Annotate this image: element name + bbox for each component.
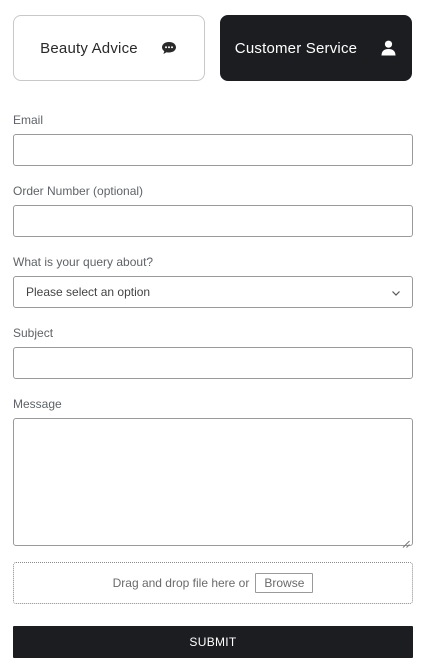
resize-grip-icon[interactable] [402, 535, 410, 548]
query-select[interactable]: Please select an option [13, 276, 413, 308]
subject-label: Subject [13, 326, 54, 340]
email-field[interactable] [13, 134, 413, 166]
query-label: What is your query about? [13, 255, 154, 269]
order-number-label: Order Number (optional) [13, 184, 144, 198]
email-label: Email [13, 113, 44, 127]
tab-beauty-advice-label: Beauty Advice [40, 39, 138, 57]
contact-tabs: Beauty Advice Customer Service [13, 15, 412, 81]
tab-customer-service[interactable]: Customer Service [220, 15, 412, 81]
dropzone-text: Drag and drop file here or [112, 576, 250, 590]
message-textarea[interactable] [13, 418, 413, 548]
message-label: Message [13, 397, 62, 411]
user-icon [379, 39, 397, 57]
browse-button[interactable]: Browse [255, 573, 314, 593]
order-number-field[interactable] [13, 205, 413, 237]
chevron-down-icon [391, 287, 401, 297]
submit-button[interactable]: SUBMIT [13, 626, 413, 658]
query-select-value: Please select an option [26, 285, 151, 299]
tab-customer-service-label: Customer Service [234, 39, 358, 57]
subject-field[interactable] [13, 347, 413, 379]
tab-beauty-advice[interactable]: Beauty Advice [13, 15, 205, 81]
file-dropzone[interactable]: Drag and drop file here or Browse [13, 562, 413, 604]
chat-bubble-icon [160, 39, 178, 57]
